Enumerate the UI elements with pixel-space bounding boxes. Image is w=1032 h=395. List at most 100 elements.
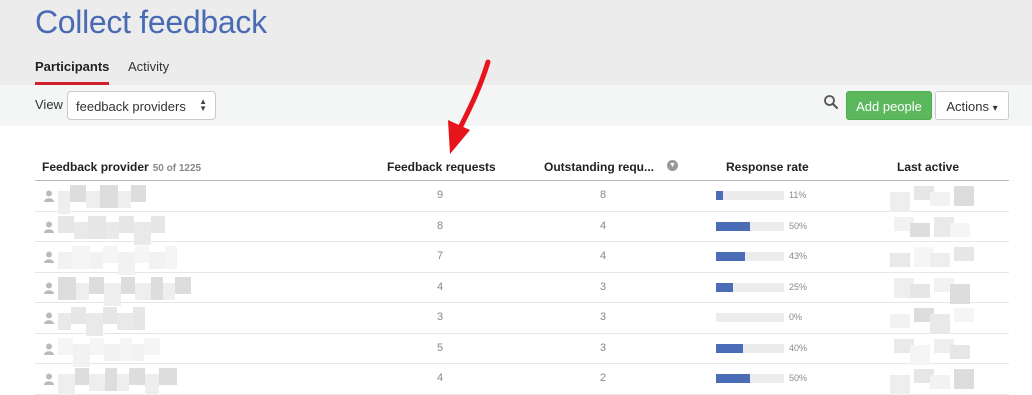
table-row[interactable]: 8 4 50%	[35, 212, 1009, 245]
outstanding-requests-value: 8	[600, 189, 607, 201]
outstanding-requests-value: 3	[600, 280, 607, 293]
response-rate-label: 40%	[789, 342, 808, 353]
redaction-pixel	[117, 374, 129, 391]
provider-name-redacted[interactable]	[58, 215, 165, 245]
response-rate-label: 0%	[789, 312, 803, 322]
search-icon[interactable]	[823, 94, 839, 110]
page-title: Collect feedback	[35, 4, 267, 40]
column-header-outstanding[interactable]: Outstanding requ...	[544, 160, 654, 174]
response-rate-bar	[716, 191, 784, 200]
redaction-pixel	[133, 307, 145, 330]
response-rate-label: 43%	[789, 251, 808, 261]
redaction-pixel	[151, 215, 165, 233]
redaction-pixel	[71, 307, 86, 324]
actions-button[interactable]: Actions ▾	[935, 91, 1009, 120]
redaction-pixel	[72, 246, 90, 269]
person-icon	[44, 312, 54, 324]
redaction-pixel	[86, 191, 100, 208]
redaction-pixel	[163, 282, 175, 300]
redaction-pixel	[90, 252, 103, 269]
provider-name-redacted[interactable]	[58, 246, 177, 275]
column-provider-label: Feedback provider	[42, 160, 149, 174]
response-rate-bar	[716, 374, 784, 383]
redaction-pixel	[890, 253, 910, 267]
tab-activity[interactable]: Activity	[128, 59, 169, 85]
redaction-pixel	[88, 215, 106, 239]
redaction-pixel	[135, 282, 151, 300]
outstanding-requests-value: 4	[600, 250, 607, 262]
outstanding-requests-value: 2	[600, 372, 607, 384]
provider-name-redacted[interactable]	[58, 307, 145, 336]
redaction-pixel	[58, 215, 74, 233]
response-rate-fill	[716, 343, 743, 353]
header-bar: Collect feedback Participants Activity	[0, 0, 1032, 85]
response-rate-bar	[716, 343, 784, 353]
add-people-button[interactable]: Add people	[846, 91, 932, 120]
feedback-requests-value: 4	[437, 280, 444, 293]
column-header-response-rate[interactable]: Response rate	[726, 160, 809, 174]
view-label: View	[35, 97, 63, 112]
person-icon	[44, 221, 54, 233]
last-active-redacted	[890, 184, 975, 212]
view-select[interactable]: feedback providers ▲ ▼	[67, 91, 216, 120]
response-rate-fill	[716, 252, 745, 261]
redaction-pixel	[100, 185, 118, 208]
response-rate-label: 25%	[789, 281, 808, 292]
redaction-pixel	[106, 221, 119, 239]
redaction-pixel	[890, 375, 910, 395]
redaction-pixel	[151, 276, 163, 300]
redaction-pixel	[910, 222, 930, 237]
person-icon	[44, 373, 54, 385]
redaction-pixel	[950, 222, 970, 237]
redaction-pixel	[58, 276, 76, 300]
provider-name-redacted[interactable]	[58, 276, 191, 306]
person-icon	[44, 282, 54, 294]
response-rate-fill	[716, 191, 723, 200]
table-row[interactable]: 7 4 43%	[35, 242, 1009, 275]
person-icon	[44, 190, 54, 202]
redaction-pixel	[144, 337, 160, 355]
redaction-pixel	[954, 247, 974, 261]
tab-participants[interactable]: Participants	[35, 59, 110, 85]
redaction-pixel	[165, 246, 177, 269]
provider-name-redacted[interactable]	[58, 337, 160, 367]
last-active-redacted	[890, 276, 975, 304]
column-header-requests[interactable]: Feedback requests	[387, 160, 496, 174]
redaction-pixel	[132, 343, 144, 361]
table-row[interactable]: 4 2 50%	[35, 364, 1009, 395]
outstanding-requests-value: 3	[600, 311, 607, 323]
response-rate-label: 50%	[789, 373, 808, 383]
redaction-pixel	[105, 368, 117, 391]
actions-label: Actions	[946, 99, 989, 114]
redaction-pixel	[910, 344, 930, 365]
column-header-last-active[interactable]: Last active	[897, 160, 959, 174]
redaction-pixel	[117, 313, 133, 330]
redaction-pixel	[58, 337, 73, 355]
redaction-pixel	[954, 308, 974, 322]
provider-name-redacted[interactable]	[58, 368, 177, 395]
redaction-pixel	[910, 283, 930, 298]
redaction-pixel	[135, 246, 149, 263]
redaction-pixel	[118, 191, 131, 208]
feedback-requests-value: 9	[437, 189, 444, 201]
response-rate-fill	[716, 221, 750, 231]
table-row[interactable]: 4 3 25%	[35, 273, 1009, 306]
updown-arrows-icon: ▲ ▼	[199, 97, 207, 113]
table-row[interactable]: 5 3 40%	[35, 334, 1009, 367]
last-active-redacted	[890, 245, 975, 270]
provider-count: 50 of 1225	[152, 163, 202, 174]
toolbar: View feedback providers ▲ ▼ Add people Ac…	[0, 85, 1032, 126]
redaction-pixel	[58, 374, 75, 395]
table-row[interactable]: 3 3 0%	[35, 303, 1009, 336]
feedback-requests-value: 5	[437, 341, 444, 354]
feedback-requests-value: 8	[437, 219, 444, 232]
redaction-pixel	[89, 374, 105, 391]
redaction-pixel	[120, 337, 132, 361]
response-rate-fill	[716, 374, 750, 383]
provider-name-redacted[interactable]	[58, 185, 146, 214]
redaction-pixel	[954, 369, 974, 389]
table-row[interactable]: 9 8 11%	[35, 181, 1009, 214]
redaction-pixel	[90, 337, 104, 355]
column-header-provider[interactable]: Feedback provider 50 of 1225	[42, 160, 201, 174]
chevron-down-circle-icon[interactable]: ▼	[667, 160, 678, 171]
